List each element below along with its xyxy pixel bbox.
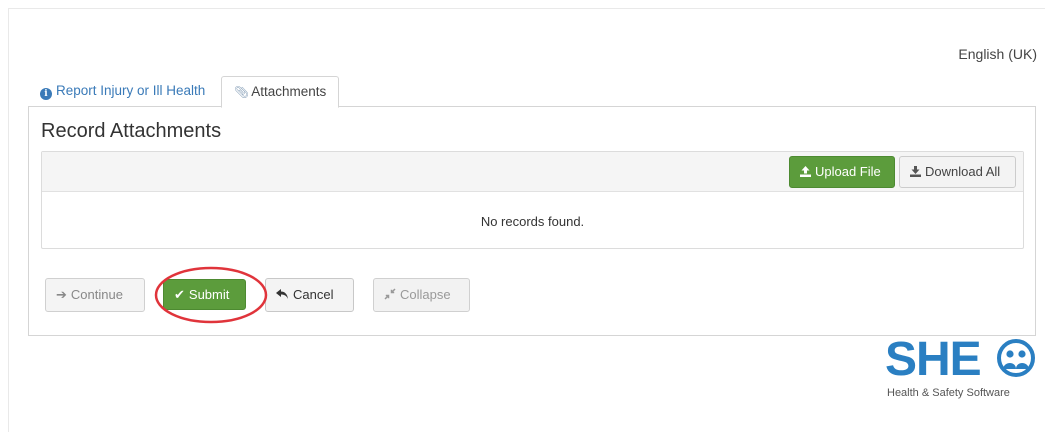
- continue-label: Continue: [70, 287, 123, 302]
- continue-button[interactable]: ➔ Continue: [45, 278, 145, 312]
- records-toolbar: Upload File Download All: [42, 152, 1023, 192]
- upload-file-label: Upload File: [815, 164, 881, 179]
- submit-label: Submit: [188, 287, 230, 302]
- attachments-panel: Record Attachments Upload File Download …: [28, 106, 1036, 336]
- collapse-button[interactable]: Collapse: [373, 278, 470, 312]
- download-all-label: Download All: [925, 164, 1001, 179]
- she-logo: SHE Health & Safety Software: [885, 333, 1040, 402]
- cancel-button[interactable]: Cancel: [265, 278, 354, 312]
- tab-label: Report Injury or Ill Health: [56, 83, 206, 98]
- info-circle-icon: i: [40, 88, 52, 100]
- cancel-label: Cancel: [293, 287, 334, 302]
- tab-attachments[interactable]: 📎︎ Attachments: [221, 76, 340, 108]
- paperclip-icon: 📎︎: [234, 85, 250, 99]
- records-grid: Upload File Download All No records foun…: [41, 151, 1024, 249]
- check-icon: ✔: [174, 287, 185, 302]
- upload-icon: [800, 157, 811, 187]
- tab-report-injury[interactable]: i Report Injury or Ill Health: [28, 76, 217, 107]
- upload-file-button[interactable]: Upload File: [789, 156, 895, 188]
- people-icon: [997, 339, 1035, 377]
- download-all-button[interactable]: Download All: [899, 156, 1016, 188]
- language-selector[interactable]: English (UK): [958, 46, 1037, 62]
- empty-state-message: No records found.: [480, 214, 585, 229]
- action-bar: ➔ Continue ✔ Submit Cancel Collapse: [45, 266, 545, 324]
- logo-tagline: Health & Safety Software: [887, 387, 1010, 399]
- undo-arrow-icon: [276, 279, 289, 311]
- tab-bar: i Report Injury or Ill Health 📎︎ Attachmen…: [28, 76, 1035, 108]
- compress-icon: [384, 279, 396, 311]
- collapse-label: Collapse: [400, 287, 451, 302]
- submit-button[interactable]: ✔ Submit: [163, 279, 246, 310]
- tab-label: Attachments: [251, 84, 327, 99]
- arrow-right-icon: ➔: [56, 287, 67, 302]
- download-icon: [910, 157, 921, 187]
- panel-title: Record Attachments: [41, 120, 222, 142]
- logo-letters: SHE: [885, 333, 982, 386]
